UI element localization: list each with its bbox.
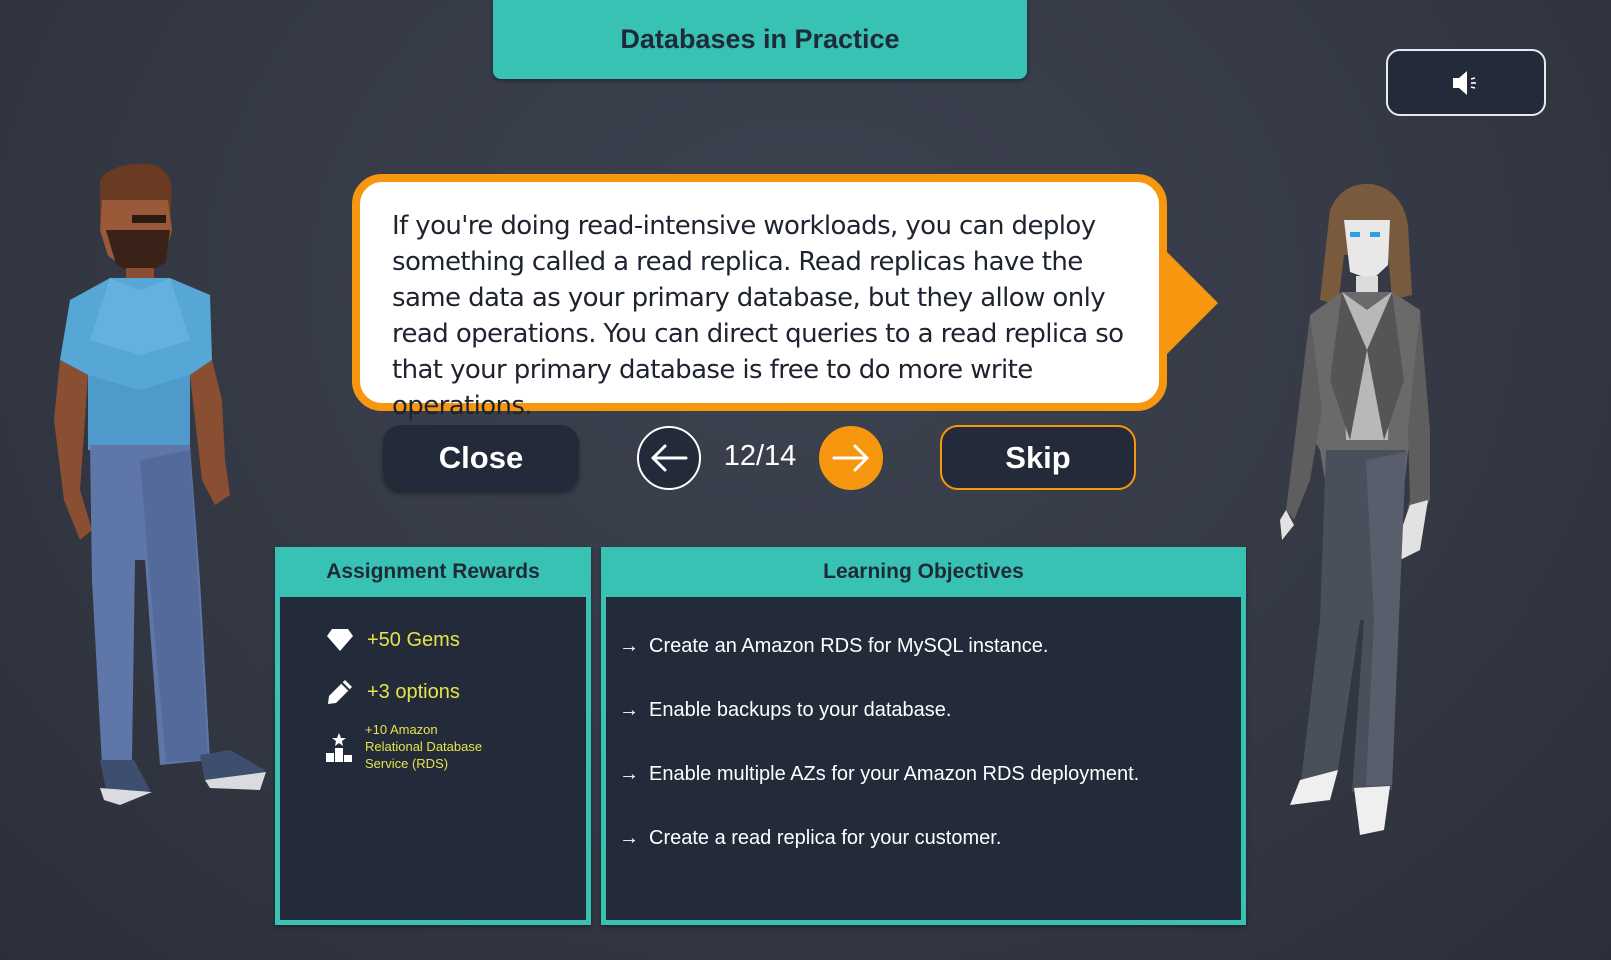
page-counter: 12/14: [723, 440, 797, 472]
objective-item: → Create a read replica for your custome…: [619, 827, 1001, 850]
objective-label: Create a read replica for your customer.: [649, 827, 1002, 849]
sound-toggle-button[interactable]: [1386, 49, 1546, 116]
skip-button[interactable]: Skip: [940, 425, 1136, 490]
male-character-avatar: [54, 163, 266, 805]
reward-item-options: +3 options: [325, 677, 460, 707]
previous-button[interactable]: [637, 426, 701, 490]
leaderboard-icon: [325, 732, 353, 762]
objective-item: → Enable multiple AZs for your Amazon RD…: [619, 763, 1139, 786]
reward-label: +50 Gems: [367, 628, 460, 651]
arrow-right-icon: →: [619, 827, 639, 849]
dialog-text: If you're doing read-intensive workloads…: [392, 211, 1124, 421]
objective-label: Enable multiple AZs for your Amazon RDS …: [649, 763, 1140, 785]
next-button[interactable]: [819, 426, 883, 490]
speaker-icon: [1453, 70, 1476, 95]
page-title: Databases in Practice: [493, 0, 1027, 79]
speech-bubble: If you're doing read-intensive workloads…: [352, 174, 1167, 421]
objective-label: Create an Amazon RDS for MySQL instance.: [649, 635, 1049, 657]
arrow-right-icon: →: [619, 763, 639, 785]
assignment-rewards-panel: Assignment Rewards +50 Gems +3 options +…: [275, 547, 591, 925]
arrow-right-icon: [832, 444, 869, 472]
arrow-left-icon: [651, 444, 688, 472]
objective-label: Enable backups to your database.: [649, 699, 952, 721]
gem-icon: [325, 625, 355, 655]
reward-label: +10 Amazon Relational Database Service (…: [365, 722, 483, 771]
reward-label: +3 options: [367, 680, 460, 703]
reward-item-rds: +10 Amazon Relational Database Service (…: [325, 721, 495, 772]
arrow-right-icon: →: [619, 699, 639, 721]
objectives-panel-title: Learning Objectives: [606, 547, 1241, 597]
learning-objectives-panel: Learning Objectives → Create an Amazon R…: [601, 547, 1246, 925]
objective-item: → Create an Amazon RDS for MySQL instanc…: [619, 635, 1048, 658]
reward-item-gems: +50 Gems: [325, 625, 460, 655]
close-button[interactable]: Close: [383, 425, 579, 490]
female-character-avatar: [1280, 183, 1430, 835]
objective-item: → Enable backups to your database.: [619, 699, 951, 722]
pencil-icon: [325, 677, 355, 707]
speech-bubble-pointer: [1160, 245, 1218, 361]
arrow-right-icon: →: [619, 635, 639, 657]
rewards-panel-title: Assignment Rewards: [280, 547, 586, 597]
